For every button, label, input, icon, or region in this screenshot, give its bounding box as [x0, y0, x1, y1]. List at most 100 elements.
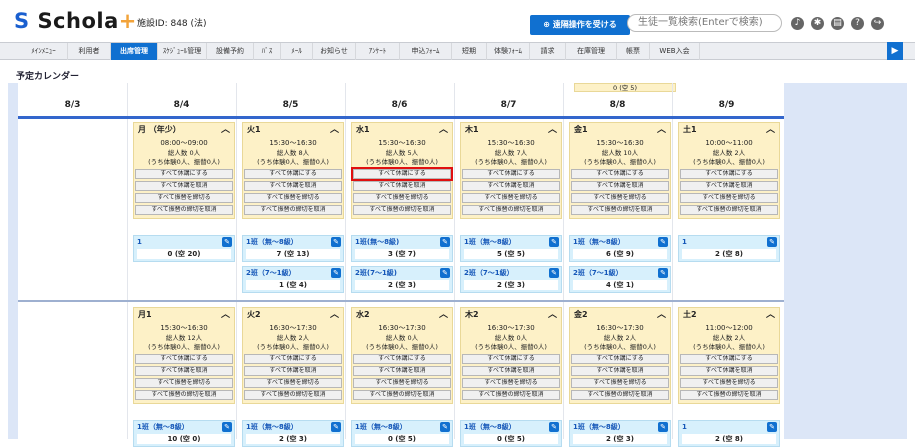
bulk-action-button-2[interactable]: すべて振替を締切る: [244, 378, 342, 388]
edit-icon[interactable]: ✎: [331, 422, 341, 432]
class-name[interactable]: 火1 ︿: [243, 123, 343, 137]
bulk-action-button-3[interactable]: すべて振替の締切を取消: [135, 390, 233, 400]
logout-icon[interactable]: ↪: [871, 17, 884, 30]
bulk-action-button-3[interactable]: すべて振替の締切を取消: [571, 205, 669, 215]
bulk-action-button-0[interactable]: すべて休講にする: [680, 169, 778, 179]
bulk-action-button-3[interactable]: すべて振替の締切を取消: [244, 390, 342, 400]
bulk-action-button-0[interactable]: すべて休講にする: [462, 354, 560, 364]
group-block[interactable]: 2班(7〜1級) ✎ 2 (空 3): [351, 266, 453, 293]
help-icon[interactable]: ?: [851, 17, 864, 30]
edit-icon[interactable]: ✎: [767, 422, 777, 432]
bell-icon[interactable]: ♪: [791, 17, 804, 30]
collapse-icon[interactable]: ︿: [439, 123, 448, 137]
bulk-action-button-2[interactable]: すべて振替を締切る: [353, 378, 451, 388]
collapse-icon[interactable]: ︿: [221, 123, 230, 137]
collapse-icon[interactable]: ︿: [657, 308, 666, 322]
bulk-action-button-0[interactable]: すべて休講にする: [135, 354, 233, 364]
edit-icon[interactable]: ✎: [331, 268, 341, 278]
group-block[interactable]: 1 ✎ 2 (空 8): [678, 420, 780, 447]
class-name[interactable]: 金2 ︿: [570, 308, 670, 322]
bulk-action-button-3[interactable]: すべて振替の締切を取消: [135, 205, 233, 215]
bulk-action-button-3[interactable]: すべて振替の締切を取消: [353, 205, 451, 215]
bulk-action-button-2[interactable]: すべて振替を締切る: [135, 193, 233, 203]
group-block[interactable]: 1班（無〜8級） ✎ 5 (空 5): [460, 235, 562, 262]
nav-scroll-right-icon[interactable]: ▶: [887, 42, 903, 60]
collapse-icon[interactable]: ︿: [548, 308, 557, 322]
bulk-action-button-1[interactable]: すべて休講を取消: [135, 181, 233, 191]
edit-icon[interactable]: ✎: [767, 237, 777, 247]
bulk-action-button-0[interactable]: すべて休講にする: [135, 169, 233, 179]
bulk-action-button-3[interactable]: すべて振替の締切を取消: [244, 205, 342, 215]
collapse-icon[interactable]: ︿: [766, 308, 775, 322]
class-name[interactable]: 土1 ︿: [679, 123, 779, 137]
bulk-action-button-1[interactable]: すべて休講を取消: [680, 181, 778, 191]
group-block[interactable]: 2班（7〜1級） ✎ 4 (空 1): [569, 266, 671, 293]
bulk-action-button-0[interactable]: すべて休講にする: [680, 354, 778, 364]
gear-icon[interactable]: ✱: [811, 17, 824, 30]
nav-item-1[interactable]: 利用者: [68, 43, 111, 60]
bulk-action-button-2[interactable]: すべて振替を締切る: [571, 378, 669, 388]
collapse-icon[interactable]: ︿: [657, 123, 666, 137]
bulk-action-button-2[interactable]: すべて振替を締切る: [244, 193, 342, 203]
bulk-action-button-3[interactable]: すべて振替の締切を取消: [680, 205, 778, 215]
bulk-action-button-1[interactable]: すべて休講を取消: [680, 366, 778, 376]
nav-item-13[interactable]: 在庫管理: [566, 43, 617, 60]
nav-item-3[interactable]: ｽｹｼﾞｭｰﾙ管理: [158, 43, 207, 60]
nav-item-4[interactable]: 設備予約: [207, 43, 254, 60]
class-name[interactable]: 月 （年少） ︿: [134, 123, 234, 137]
group-block[interactable]: 1班（無〜8級） ✎ 0 (空 5): [351, 420, 453, 447]
bulk-action-button-0[interactable]: すべて休講にする: [244, 169, 342, 179]
bulk-action-button-0[interactable]: すべて休講にする: [351, 167, 453, 181]
student-search-input[interactable]: 生徒一覧検索(Enterで検索): [627, 14, 782, 32]
bulk-action-button-1[interactable]: すべて休講を取消: [571, 181, 669, 191]
nav-item-2[interactable]: 出席管理: [111, 43, 158, 60]
edit-icon[interactable]: ✎: [549, 422, 559, 432]
class-name[interactable]: 月1 ︿: [134, 308, 234, 322]
bulk-action-button-1[interactable]: すべて休講を取消: [571, 366, 669, 376]
bulk-action-button-3[interactable]: すべて振替の締切を取消: [571, 390, 669, 400]
group-block[interactable]: 1班(無〜8級) ✎ 3 (空 7): [351, 235, 453, 262]
nav-item-6[interactable]: ﾒｰﾙ: [281, 43, 313, 60]
bulk-action-button-2[interactable]: すべて振替を締切る: [571, 193, 669, 203]
collapse-icon[interactable]: ︿: [548, 123, 557, 137]
edit-icon[interactable]: ✎: [440, 237, 450, 247]
bulk-action-button-3[interactable]: すべて振替の締切を取消: [353, 390, 451, 400]
bulk-action-button-3[interactable]: すべて振替の締切を取消: [462, 205, 560, 215]
bulk-action-button-1[interactable]: すべて休講を取消: [353, 181, 451, 191]
edit-icon[interactable]: ✎: [658, 422, 668, 432]
bulk-action-button-2[interactable]: すべて振替を締切る: [462, 378, 560, 388]
edit-icon[interactable]: ✎: [658, 237, 668, 247]
class-name[interactable]: 土2 ︿: [679, 308, 779, 322]
group-block[interactable]: 1班（無〜8級） ✎ 0 (空 5): [460, 420, 562, 447]
bulk-action-button-1[interactable]: すべて休講を取消: [135, 366, 233, 376]
group-block[interactable]: 1 ✎ 0 (空 20): [133, 235, 235, 262]
remote-operation-button[interactable]: ⊕ 遠隔操作を受ける: [530, 15, 630, 35]
group-block[interactable]: 2班（7〜1級） ✎ 1 (空 4): [242, 266, 344, 293]
collapse-icon[interactable]: ︿: [330, 308, 339, 322]
nav-item-12[interactable]: 請求: [530, 43, 566, 60]
bulk-action-button-0[interactable]: すべて休講にする: [571, 354, 669, 364]
edit-icon[interactable]: ✎: [549, 237, 559, 247]
bulk-action-button-1[interactable]: すべて休講を取消: [244, 181, 342, 191]
bulk-action-button-1[interactable]: すべて休講を取消: [353, 366, 451, 376]
edit-icon[interactable]: ✎: [440, 422, 450, 432]
bulk-action-button-0[interactable]: すべて休講にする: [462, 169, 560, 179]
bulk-action-button-0[interactable]: すべて休講にする: [244, 354, 342, 364]
bulk-action-button-3[interactable]: すべて振替の締切を取消: [462, 390, 560, 400]
group-block[interactable]: 1班（無〜8級） ✎ 2 (空 3): [242, 420, 344, 447]
class-name[interactable]: 木1 ︿: [461, 123, 561, 137]
nav-item-7[interactable]: お知らせ: [313, 43, 356, 60]
bulk-action-button-2[interactable]: すべて振替を締切る: [353, 193, 451, 203]
nav-item-10[interactable]: 短期: [452, 43, 487, 60]
class-name[interactable]: 金1 ︿: [570, 123, 670, 137]
collapse-icon[interactable]: ︿: [330, 123, 339, 137]
bulk-action-button-3[interactable]: すべて振替の締切を取消: [680, 390, 778, 400]
group-block[interactable]: 1班（無〜8級） ✎ 6 (空 9): [569, 235, 671, 262]
bulk-action-button-1[interactable]: すべて休講を取消: [462, 181, 560, 191]
class-name[interactable]: 水1 ︿: [352, 123, 452, 137]
edit-icon[interactable]: ✎: [331, 237, 341, 247]
edit-icon[interactable]: ✎: [658, 268, 668, 278]
edit-icon[interactable]: ✎: [222, 422, 232, 432]
collapse-icon[interactable]: ︿: [221, 308, 230, 322]
bulk-action-button-0[interactable]: すべて休講にする: [571, 169, 669, 179]
